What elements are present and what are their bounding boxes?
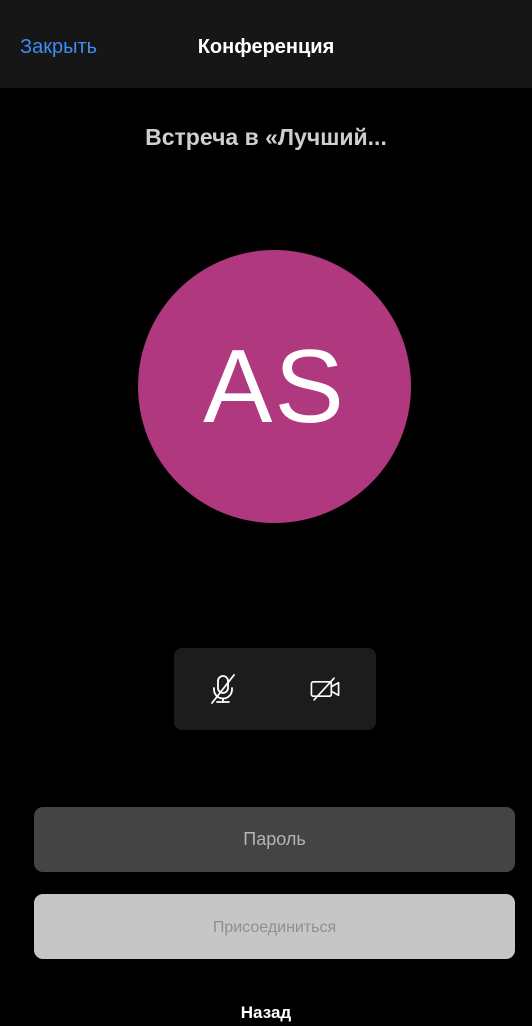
avatar-initials: AS [203,328,346,445]
mute-microphone-button[interactable] [204,670,242,708]
page-title: Конференция [197,36,335,58]
camera-off-icon [310,677,340,701]
microphone-muted-icon [211,674,235,704]
meeting-title: Встреча в «Лучший... [145,124,387,150]
avatar: AS [138,250,411,523]
join-button[interactable]: Присоединиться [34,894,515,959]
nav-bar: Закрыть Конференция [0,0,532,88]
disable-camera-button[interactable] [306,670,344,708]
conference-screen: Закрыть Конференция Встреча в «Лучший...… [0,0,532,1026]
back-button[interactable]: Назад [0,1003,532,1023]
password-field[interactable] [34,807,515,872]
